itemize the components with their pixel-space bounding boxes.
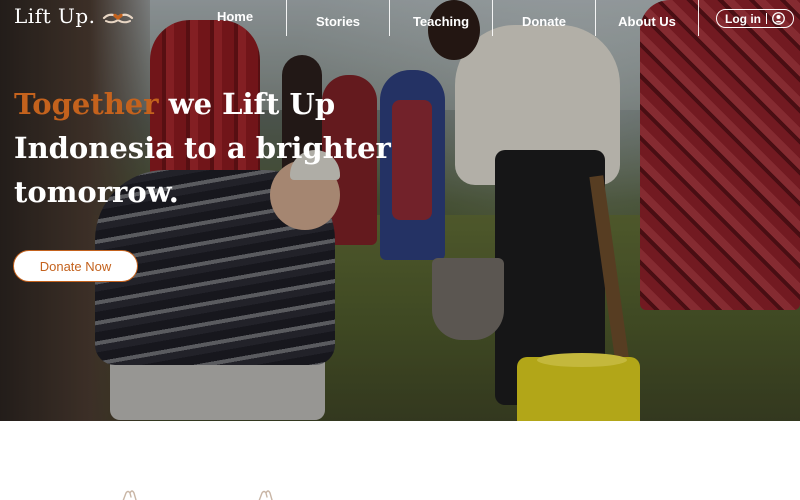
brand-name: Lift Up.: [14, 4, 96, 28]
login-divider: [766, 13, 767, 24]
nav-about-us[interactable]: About Us: [596, 14, 698, 29]
nav-home[interactable]: Home: [184, 9, 286, 24]
nav-donate[interactable]: Donate: [493, 14, 595, 29]
hand-icon: [258, 490, 273, 500]
hand-icon: [122, 490, 137, 500]
user-icon: [772, 12, 785, 25]
nav-stories[interactable]: Stories: [287, 14, 389, 29]
nav-teaching[interactable]: Teaching: [390, 14, 492, 29]
login-button[interactable]: Log in: [716, 9, 794, 28]
content-section: [0, 421, 800, 500]
site-logo[interactable]: Lift Up.: [14, 4, 134, 28]
donate-now-button[interactable]: Donate Now: [13, 250, 138, 282]
headline-accent: Together: [14, 87, 159, 121]
login-label: Log in: [725, 11, 761, 26]
hands-heart-icon: [102, 13, 133, 24]
hero-banner: Lift Up. Home Stories Teaching Donate Ab…: [0, 0, 800, 421]
hero-headline: Together we Lift Up Indonesia to a brigh…: [14, 82, 434, 214]
main-nav: Home Stories Teaching Donate About Us: [184, 0, 699, 36]
nav-divider: [698, 0, 699, 36]
